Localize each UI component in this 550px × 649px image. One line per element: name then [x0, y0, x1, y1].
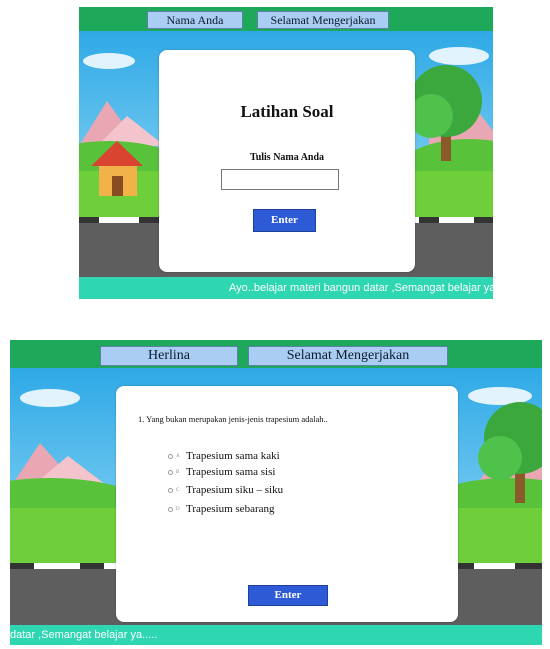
- option-a[interactable]: A Trapesium sama kaki: [168, 450, 280, 462]
- option-letter: C: [176, 487, 180, 493]
- ticker-bar: Ayo..belajar materi bangun datar ,Semang…: [79, 277, 493, 299]
- greeting-box: Selamat Mengerjakan: [257, 11, 389, 29]
- option-label: Trapesium siku – siku: [186, 484, 284, 496]
- name-label: Tulis Nama Anda: [249, 152, 325, 163]
- greeting-box: Selamat Mengerjakan: [248, 346, 448, 366]
- option-c[interactable]: C Trapesium siku – siku: [168, 484, 283, 496]
- radio-icon[interactable]: [168, 487, 173, 493]
- radio-icon[interactable]: [168, 469, 173, 475]
- option-letter: B: [176, 469, 180, 475]
- ticker-text: datar ,Semangat belajar ya.....: [10, 629, 158, 641]
- option-label: Trapesium sama kaki: [186, 450, 280, 462]
- ticker-bar: datar ,Semangat belajar ya.....: [10, 625, 542, 645]
- ticker-text: Ayo..belajar materi bangun datar ,Semang…: [229, 282, 493, 294]
- radio-icon[interactable]: [168, 506, 173, 512]
- option-label: Trapesium sebarang: [186, 503, 275, 515]
- name-input[interactable]: [221, 169, 339, 190]
- top-bar: Nama Anda Selamat Mengerjakan: [79, 7, 493, 31]
- option-letter: A: [176, 453, 180, 459]
- question-panel: 1. Yang bukan merupakan jenis-jenis trap…: [116, 386, 458, 622]
- enter-button[interactable]: Enter: [253, 209, 316, 232]
- user-name-box: Herlina: [100, 346, 238, 366]
- login-screen: Nama Anda Selamat Mengerjakan Latihan So…: [79, 7, 493, 299]
- quiz-screen: Herlina Selamat Mengerjakan 1. Yang buka…: [10, 340, 542, 645]
- top-bar: Herlina Selamat Mengerjakan: [10, 340, 542, 368]
- name-box: Nama Anda: [147, 11, 243, 29]
- login-panel: Latihan Soal Tulis Nama Anda Enter: [159, 50, 415, 272]
- option-b[interactable]: B Trapesium sama sisi: [168, 466, 275, 478]
- option-label: Trapesium sama sisi: [186, 466, 276, 478]
- option-d[interactable]: D Trapesium sebarang: [168, 503, 275, 515]
- option-letter: D: [176, 506, 180, 512]
- enter-button[interactable]: Enter: [248, 585, 328, 606]
- radio-icon[interactable]: [168, 453, 173, 459]
- question-text: 1. Yang bukan merupakan jenis-jenis trap…: [138, 414, 328, 424]
- page-title: Latihan Soal: [240, 102, 334, 121]
